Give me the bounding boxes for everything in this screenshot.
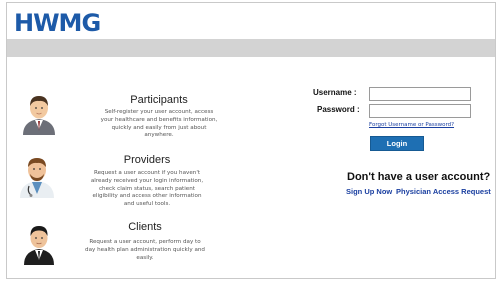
providers-title: Providers [123, 154, 171, 166]
businessman-icon [17, 91, 61, 135]
executive-icon [17, 221, 61, 265]
no-account-heading: Don't have a user account? [347, 171, 491, 183]
doctor-icon [15, 154, 59, 198]
providers-description: Request a user account if you haven't al… [90, 170, 204, 208]
sign-up-now-link[interactable]: Sign Up Now [346, 187, 392, 196]
physician-access-request-link[interactable]: Physician Access Request [396, 187, 491, 196]
header-bar [7, 39, 495, 57]
page-frame: HWMG Participants Self-register your use… [6, 2, 496, 279]
participants-description: Self-register your user account, access … [100, 109, 218, 139]
participants-title: Participants [130, 94, 188, 106]
logo-text: HWMG [14, 9, 101, 37]
username-input[interactable] [369, 87, 471, 101]
hwmg-logo: HWMG [14, 9, 101, 37]
password-input[interactable] [369, 104, 471, 118]
forgot-credentials-link[interactable]: Forgot Username or Password? [369, 122, 454, 128]
clients-description: Request a user account, perform day to d… [85, 239, 205, 261]
password-label: Password : [317, 105, 360, 114]
username-label: Username : [313, 88, 357, 97]
clients-title: Clients [128, 221, 162, 233]
login-button[interactable]: Login [370, 136, 424, 151]
